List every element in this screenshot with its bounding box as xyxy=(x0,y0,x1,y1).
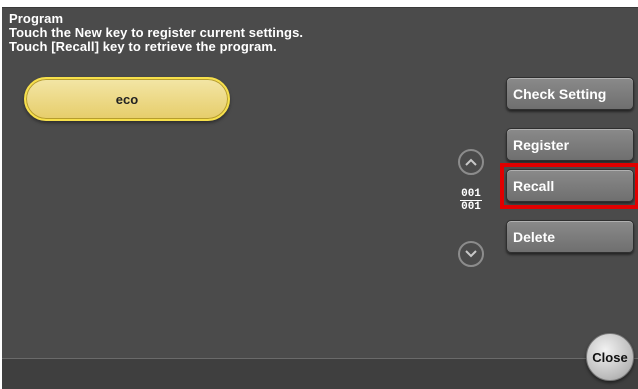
recall-button[interactable]: Recall xyxy=(506,169,634,202)
bottom-bar xyxy=(2,359,638,389)
total-pages: 001 xyxy=(461,201,481,213)
program-label: eco xyxy=(115,91,139,107)
instruction-line-2: Touch [Recall] key to retrieve the progr… xyxy=(9,39,277,54)
current-page: 001 xyxy=(460,188,482,201)
delete-button[interactable]: Delete xyxy=(506,220,634,253)
chevron-down-icon xyxy=(465,250,477,258)
scroll-up-button[interactable] xyxy=(458,149,484,175)
instruction-line-1: Touch the New key to register current se… xyxy=(9,25,304,40)
check-setting-button[interactable]: Check Setting xyxy=(506,77,634,110)
register-button[interactable]: Register xyxy=(506,128,634,161)
program-item-eco[interactable]: eco xyxy=(24,77,230,121)
page-title: Program xyxy=(9,11,64,26)
scroll-down-button[interactable] xyxy=(458,241,484,267)
delete-label: Delete xyxy=(513,228,556,245)
header: Program Touch the New key to register cu… xyxy=(9,12,303,54)
register-label: Register xyxy=(513,136,570,153)
check-setting-label: Check Setting xyxy=(513,85,607,102)
close-label: Close xyxy=(592,349,628,365)
page-indicator: 001 001 xyxy=(456,188,486,213)
close-button[interactable]: Close xyxy=(586,333,634,381)
chevron-up-icon xyxy=(465,158,477,166)
recall-label: Recall xyxy=(513,177,555,194)
